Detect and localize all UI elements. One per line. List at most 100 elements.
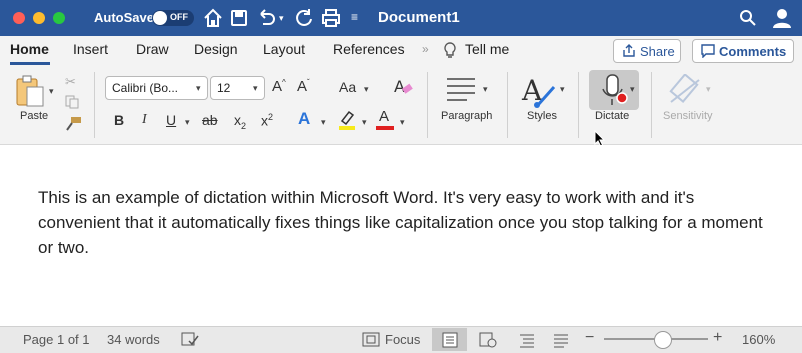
home-icon[interactable] [203,8,223,28]
sensitivity-label: Sensitivity [663,110,713,122]
bold-icon[interactable]: B [114,112,124,128]
sensitivity-icon[interactable] [669,74,701,106]
tab-references[interactable]: References [333,41,405,57]
strikethrough-icon[interactable]: ab [202,112,218,128]
chevron-down-icon: ▾ [196,83,201,93]
separator [507,72,508,138]
redo-icon[interactable] [294,8,314,28]
comment-icon [701,44,715,58]
comments-label: Comments [719,44,787,59]
focus-label[interactable]: Focus [385,332,420,347]
copy-icon[interactable] [65,95,79,109]
tell-me-search[interactable]: Tell me [465,41,509,57]
underline-icon[interactable]: U [166,112,176,128]
superscript-icon[interactable]: x2 [261,112,273,129]
print-icon[interactable] [321,8,341,28]
autosave-state: OFF [170,12,188,22]
ribbon-tabs: Home Insert Draw Design Layout Reference… [0,36,802,66]
tab-draw[interactable]: Draw [136,41,169,57]
document-body-text[interactable]: This is an example of dictation within M… [38,185,778,260]
highlight-icon[interactable] [336,109,358,131]
zoom-window-button[interactable] [53,12,65,24]
separator [578,72,579,138]
text-effects-dropdown-icon[interactable]: ▾ [321,117,326,128]
search-icon[interactable] [739,9,757,27]
outline-view-icon[interactable] [519,332,535,348]
ribbon-toolbar: ▾ Paste ✂ Calibri (Bo... ▾ 12 ▾ A^ Aˇ Aa… [0,66,802,148]
undo-icon[interactable] [256,8,276,28]
paragraph-dropdown-icon[interactable]: ▾ [483,84,488,95]
tab-insert[interactable]: Insert [73,41,108,57]
font-name-select[interactable]: Calibri (Bo... ▾ [105,76,208,100]
clear-formatting-icon[interactable]: A [393,76,415,98]
page-count[interactable]: Page 1 of 1 [23,332,90,347]
title-bar: AutoSave OFF ▾ ≡ Document1 [0,0,802,36]
format-painter-icon[interactable] [64,116,82,132]
sensitivity-dropdown-icon[interactable]: ▾ [706,84,711,95]
font-size-value: 12 [217,81,231,95]
document-canvas[interactable]: This is an example of dictation within M… [0,145,802,325]
share-button[interactable]: Share [613,39,681,63]
save-icon[interactable] [230,9,248,27]
separator [651,72,652,138]
toggle-knob [153,11,167,25]
share-label: Share [640,44,675,59]
paste-dropdown-icon[interactable]: ▾ [49,86,54,97]
document-title: Document1 [378,9,460,26]
zoom-in-button[interactable]: + [713,329,722,347]
active-tab-underline [10,62,50,65]
minimize-window-button[interactable] [33,12,45,24]
separator [427,72,428,138]
undo-dropdown-icon[interactable]: ▾ [279,13,284,24]
word-count[interactable]: 34 words [107,332,160,347]
paste-icon[interactable] [14,74,46,108]
subscript-icon[interactable]: x2 [234,112,246,131]
customize-toolbar-icon[interactable]: ≡ [351,10,358,24]
paragraph-label: Paragraph [441,110,493,122]
font-size-select[interactable]: 12 ▾ [210,76,265,100]
proofing-icon[interactable] [181,332,199,347]
tab-layout[interactable]: Layout [263,41,305,57]
italic-icon[interactable]: I [142,112,147,128]
paragraph-icon[interactable] [445,76,477,102]
microphone-icon [602,74,628,105]
dictate-dropdown-icon[interactable]: ▾ [630,84,635,95]
zoom-out-button[interactable]: − [585,329,594,347]
tab-home[interactable]: Home [10,41,49,57]
shrink-font-icon[interactable]: Aˇ [297,78,310,95]
autosave-toggle[interactable]: OFF [152,10,194,26]
close-window-button[interactable] [13,12,25,24]
styles-label: Styles [527,110,557,122]
status-bar: Page 1 of 1 34 words Focus − + 160% [0,326,802,353]
account-icon[interactable] [771,7,793,29]
zoom-slider-thumb[interactable] [654,331,672,349]
highlight-dropdown-icon[interactable]: ▾ [362,117,367,128]
font-name-value: Calibri (Bo... [112,81,179,95]
separator [94,72,95,138]
underline-dropdown-icon[interactable]: ▾ [185,117,190,128]
autosave-label: AutoSave [94,10,154,25]
web-layout-icon[interactable] [479,332,497,348]
font-color-icon[interactable]: A [379,108,389,125]
cut-icon[interactable]: ✂ [65,74,76,90]
draft-view-icon[interactable] [553,332,569,348]
tab-design[interactable]: Design [194,41,238,57]
text-effects-icon[interactable]: A [298,109,310,129]
styles-icon[interactable]: A [521,73,557,109]
change-case-icon[interactable]: Aa [339,79,356,95]
lightbulb-icon [444,42,456,58]
dictate-label: Dictate [595,110,630,122]
change-case-dropdown-icon[interactable]: ▾ [364,84,369,95]
chevron-down-icon: ▾ [253,83,258,93]
font-color-swatch [376,126,394,130]
share-icon [623,44,635,57]
more-tabs-icon[interactable]: » [422,42,429,56]
font-color-dropdown-icon[interactable]: ▾ [400,117,405,128]
zoom-level[interactable]: 160% [742,332,775,347]
svg-text:A: A [394,77,405,96]
print-layout-view-button[interactable] [432,328,467,351]
grow-font-icon[interactable]: A^ [272,78,286,95]
comments-button[interactable]: Comments [692,39,794,63]
focus-icon[interactable] [362,332,380,347]
styles-dropdown-icon[interactable]: ▾ [560,84,565,95]
